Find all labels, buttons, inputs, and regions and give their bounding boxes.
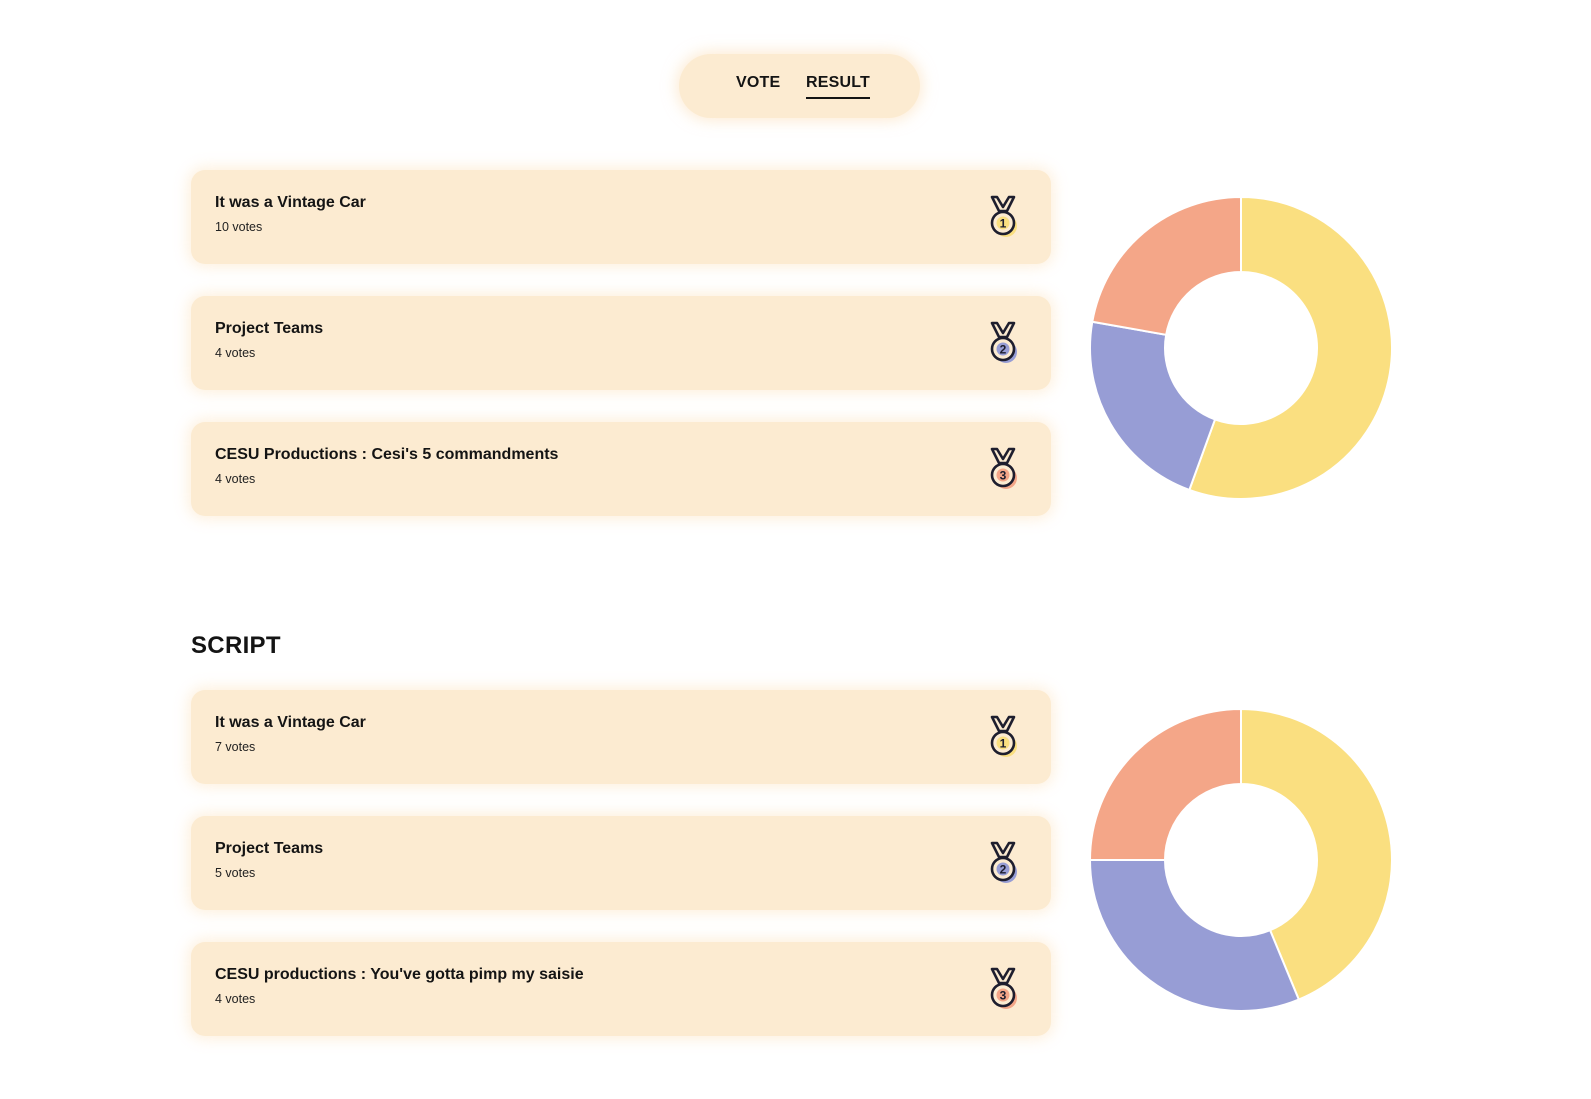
result-card: It was a Vintage Car 7 votes 1 bbox=[191, 690, 1051, 784]
section-title: SCRIPT bbox=[191, 632, 281, 659]
medal-rank: 1 bbox=[1000, 737, 1007, 751]
result-card: It was a Vintage Car 10 votes 1 bbox=[191, 170, 1051, 264]
medal-icon: 3 bbox=[990, 967, 1017, 1009]
medal-rank: 3 bbox=[1000, 989, 1007, 1003]
tab-result[interactable]: RESULT bbox=[806, 74, 871, 99]
donut-slice[interactable] bbox=[1088, 707, 1242, 861]
medal-rank: 1 bbox=[1000, 217, 1007, 231]
entry-title: Project Teams bbox=[215, 320, 324, 337]
result-card: Project Teams 4 votes 2 bbox=[191, 296, 1051, 390]
medal-rank: 2 bbox=[1000, 343, 1007, 357]
vote-count: 4 votes bbox=[215, 992, 256, 1006]
entry-title: It was a Vintage Car bbox=[215, 714, 366, 731]
medal-icon: 1 bbox=[990, 195, 1017, 237]
medal-icon: 2 bbox=[990, 841, 1017, 883]
vote-count: 10 votes bbox=[215, 220, 263, 234]
result-card: CESU productions : You've gotta pimp my … bbox=[191, 942, 1051, 1036]
donut-slice[interactable] bbox=[1089, 320, 1217, 492]
entry-title: CESU productions : You've gotta pimp my … bbox=[215, 966, 584, 983]
view-toggle: VOTE RESULT bbox=[679, 54, 920, 118]
entry-title: CESU Productions : Cesi's 5 commandments bbox=[215, 446, 559, 463]
entry-title: Project Teams bbox=[215, 840, 324, 857]
donut-slice[interactable] bbox=[1088, 859, 1301, 1012]
vote-count: 4 votes bbox=[215, 472, 256, 486]
medal-icon: 2 bbox=[990, 321, 1017, 363]
vote-share-donut-chart bbox=[1088, 707, 1393, 1012]
scrolled-section-title bbox=[191, 125, 255, 135]
medal-rank: 2 bbox=[1000, 863, 1007, 877]
vote-count: 5 votes bbox=[215, 866, 256, 880]
tab-vote[interactable]: VOTE bbox=[736, 74, 780, 92]
vote-count: 4 votes bbox=[215, 346, 256, 360]
result-card: Project Teams 5 votes 2 bbox=[191, 816, 1051, 910]
medal-icon: 3 bbox=[990, 447, 1017, 489]
medal-icon: 1 bbox=[990, 715, 1017, 757]
entry-title: It was a Vintage Car bbox=[215, 194, 366, 211]
result-card: CESU Productions : Cesi's 5 commandments… bbox=[191, 422, 1051, 516]
donut-slice[interactable] bbox=[1091, 195, 1242, 336]
vote-count: 7 votes bbox=[215, 740, 256, 754]
medal-rank: 3 bbox=[1000, 469, 1007, 483]
vote-share-donut-chart bbox=[1089, 195, 1393, 500]
